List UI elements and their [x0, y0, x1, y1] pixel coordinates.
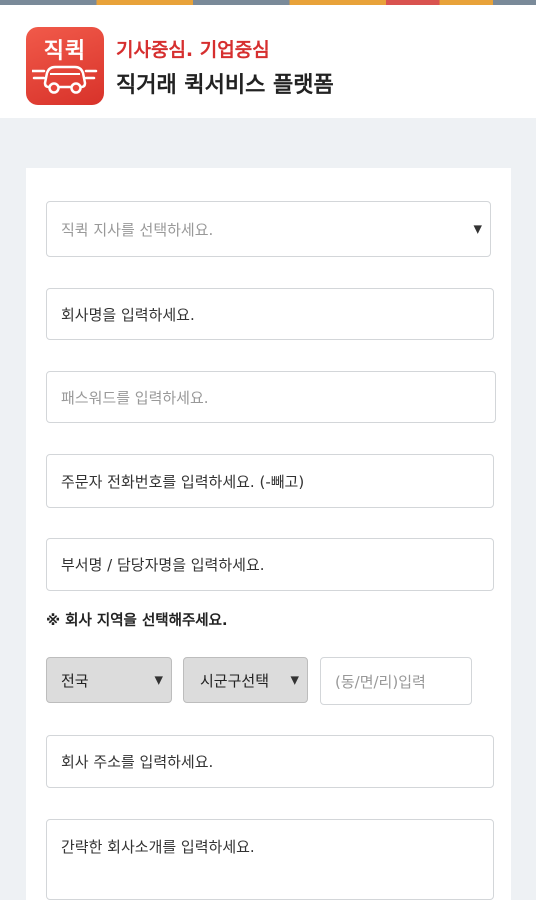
company-name-text: 회사명을 입력하세요.	[61, 305, 195, 324]
platform-title: 직거래 퀵서비스 플랫폼	[116, 73, 334, 98]
password-placeholder: 패스워드를 입력하세요.	[61, 388, 209, 407]
district-select-value: 시군구선택	[200, 671, 270, 690]
branch-select[interactable]: 직퀵 지사를 선택하세요. ▼	[46, 201, 491, 257]
region-select-value: 전국	[61, 671, 89, 690]
chevron-down-icon: ▼	[473, 222, 482, 236]
delivery-car-icon	[32, 65, 98, 94]
department-input[interactable]: 부서명 / 담당자명을 입력하세요.	[46, 538, 494, 591]
address-input[interactable]: 회사 주소를 입력하세요.	[46, 735, 494, 788]
chevron-down-icon: ▼	[290, 673, 299, 687]
app-logo: 직퀵	[26, 27, 104, 105]
company-intro-textarea[interactable]: 간략한 회사소개를 입력하세요.	[46, 819, 494, 900]
branch-select-placeholder: 직퀵 지사를 선택하세요.	[61, 220, 214, 239]
company-name-input[interactable]: 회사명을 입력하세요.	[46, 288, 494, 340]
signup-form-card	[26, 168, 511, 900]
header: 직퀵 기사중심. 기업중심 직거래 퀵서비스 플랫폼	[0, 5, 536, 118]
address-text: 회사 주소를 입력하세요.	[61, 753, 214, 771]
dong-placeholder: (동/면/리)입력	[335, 672, 426, 691]
region-select[interactable]: 전국 ▼	[46, 657, 172, 703]
department-text: 부서명 / 담당자명을 입력하세요.	[61, 556, 265, 574]
dong-input[interactable]: (동/면/리)입력	[320, 657, 472, 705]
company-intro-text: 간략한 회사소개를 입력하세요.	[61, 838, 255, 856]
district-select[interactable]: 시군구선택 ▼	[183, 657, 308, 703]
chevron-down-icon: ▼	[154, 673, 163, 687]
tagline: 기사중심. 기업중심	[116, 39, 270, 61]
region-notice: ※ 회사 지역을 선택해주세요.	[46, 613, 228, 629]
password-input[interactable]: 패스워드를 입력하세요.	[46, 371, 496, 423]
phone-input[interactable]: 주문자 전화번호를 입력하세요. (-빼고)	[46, 454, 494, 508]
phone-text: 주문자 전화번호를 입력하세요. (-빼고)	[61, 472, 305, 491]
